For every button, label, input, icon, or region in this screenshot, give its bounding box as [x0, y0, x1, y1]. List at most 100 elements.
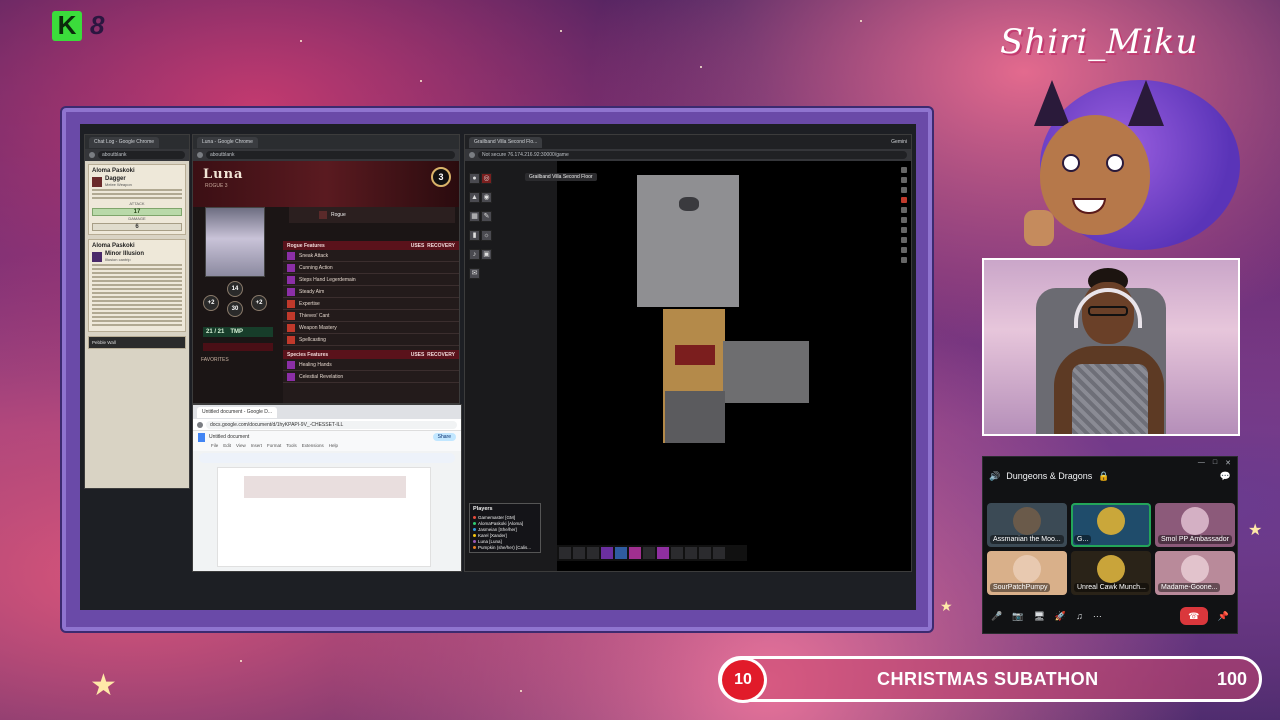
token-tool-icon[interactable]: ● [469, 173, 480, 184]
feature-row[interactable]: Spellcasting [283, 334, 459, 346]
compendium-tab-icon[interactable] [901, 247, 907, 253]
minimize-icon[interactable]: — [1198, 459, 1205, 466]
sounds-tool-icon[interactable]: ♪ [469, 249, 480, 260]
scene-title[interactable]: Grailband Villa Second Floor [525, 173, 597, 181]
feature-row[interactable]: Cunning Action [283, 262, 459, 274]
participant-tile[interactable]: Madame-Goone... [1155, 551, 1235, 595]
hit-points[interactable]: 21 / 21 TMP [203, 327, 273, 337]
select-tool-icon[interactable]: ◎ [481, 173, 492, 184]
participant-tile[interactable]: Smol PP Ambassador [1155, 503, 1235, 547]
feature-row[interactable]: Celestial Revelation [283, 371, 459, 383]
hangup-button[interactable]: ☎ [1179, 607, 1208, 625]
participant-tile[interactable]: Unreal Cawk Munch... [1071, 551, 1151, 595]
doc-title[interactable]: Untitled document [209, 434, 249, 440]
settings-tab-icon[interactable] [901, 257, 907, 263]
scenes-tab-icon[interactable] [901, 187, 907, 193]
doc-tab[interactable]: Untitled document - Google D... [197, 406, 278, 418]
camera-off-icon[interactable]: 📷 [1012, 611, 1023, 622]
journal-tab-icon[interactable] [901, 217, 907, 223]
lights-tool-icon[interactable]: ☼ [481, 230, 492, 241]
doc-page[interactable] [217, 467, 431, 567]
notes-tool-icon[interactable]: ✉ [469, 268, 480, 279]
sheet-tab[interactable]: Luna - Google Chrome [197, 136, 258, 148]
target-tool-icon[interactable]: ◉ [481, 192, 492, 203]
site-info-icon[interactable] [197, 421, 203, 428]
site-info-icon[interactable] [197, 152, 203, 158]
tables-tab-icon[interactable] [901, 227, 907, 233]
menu-tools[interactable]: Tools [286, 443, 297, 451]
macro-slot[interactable] [657, 547, 669, 559]
pin-icon[interactable]: 📌 [1218, 611, 1229, 622]
regions-tool-icon[interactable]: ▣ [481, 249, 492, 260]
vtt-window[interactable]: Grailband Villa Second Flo... Gemini Not… [464, 134, 912, 572]
macro-slot[interactable] [713, 547, 725, 559]
actors-tab-icon[interactable] [901, 197, 907, 203]
macro-slot[interactable] [629, 547, 641, 559]
measure-tool-icon[interactable]: ▲ [469, 192, 480, 203]
character-sheet-window[interactable]: Luna - Google Chrome aboutblank Luna ROG… [192, 134, 460, 404]
menu-edit[interactable]: Edit [223, 443, 231, 451]
damage-roll[interactable]: 6 [92, 223, 182, 231]
macro-slot[interactable] [559, 547, 571, 559]
google-doc-window[interactable]: Untitled document - Google D... docs.goo… [192, 404, 462, 572]
participant-tile[interactable]: G... [1071, 503, 1151, 547]
vtt-tab[interactable]: Grailband Villa Second Flo... [469, 136, 543, 148]
drawing-tool-icon[interactable]: ✎ [481, 211, 492, 222]
soundboard-icon[interactable]: ♫ [1076, 611, 1083, 621]
items-tab-icon[interactable] [901, 207, 907, 213]
close-icon[interactable]: ✕ [1225, 459, 1231, 467]
participant-tile[interactable]: SourPatchPumpy [987, 551, 1067, 595]
microphone-icon[interactable]: 🎤 [991, 611, 1002, 622]
activity-icon[interactable]: 🚀 [1055, 611, 1066, 622]
feature-row[interactable]: Steps Hand Legerdemain [283, 274, 459, 286]
macro-slot[interactable] [685, 547, 697, 559]
macro-slot[interactable] [643, 547, 655, 559]
menu-insert[interactable]: Insert [251, 443, 262, 451]
macro-slot[interactable] [587, 547, 599, 559]
sheet-url[interactable]: aboutblank [206, 151, 455, 159]
character-portrait[interactable] [205, 207, 265, 277]
chat-input[interactable]: Pebble Wall [88, 336, 186, 349]
map-room-bottom[interactable] [665, 391, 725, 443]
screen-share-icon[interactable]: 🖥 [1033, 611, 1044, 622]
share-button[interactable]: Share [432, 433, 456, 441]
playlists-tab-icon[interactable] [901, 237, 907, 243]
maximize-icon[interactable]: □ [1213, 459, 1217, 466]
chat-url[interactable]: aboutblank [98, 151, 185, 159]
feature-row[interactable]: Sneak Attack [283, 250, 459, 262]
feature-row[interactable]: Healing Hands [283, 359, 459, 371]
macro-slot[interactable] [601, 547, 613, 559]
chat-log-window[interactable]: Chat Log - Google Chrome aboutblank Alom… [84, 134, 190, 489]
initiative[interactable]: +2 [203, 295, 219, 311]
chat-icon[interactable]: 💬 [1220, 471, 1231, 482]
feature-row[interactable]: Thieves' Cant [283, 310, 459, 322]
more-icon[interactable]: ⋯ [1093, 611, 1102, 622]
feature-row[interactable]: Steady Aim [283, 286, 459, 298]
menu-view[interactable]: View [236, 443, 246, 451]
profile-label[interactable]: Gemini [891, 139, 907, 145]
participant-tile[interactable]: Assmanian the Moo... [987, 503, 1067, 547]
site-info-icon[interactable] [469, 152, 475, 158]
macro-slot[interactable] [671, 547, 683, 559]
equipped-weapon[interactable]: Rogue [289, 207, 455, 223]
chat-tab[interactable]: Chat Log - Google Chrome [89, 136, 160, 148]
tiles-tool-icon[interactable]: ▦ [469, 211, 480, 222]
map-room-top[interactable] [637, 175, 739, 307]
hit-dice[interactable] [203, 343, 273, 351]
map-room-right[interactable] [723, 341, 809, 403]
attack-roll[interactable]: 17 [92, 208, 182, 216]
chat-tab-icon[interactable] [901, 167, 907, 173]
feature-row[interactable]: Expertise [283, 298, 459, 310]
vtt-url[interactable]: Not secure 76.174.216.92:30000/game [478, 151, 907, 159]
players-list[interactable]: Players Gamemaster [GM] AlomaPaskoki [Al… [469, 503, 541, 553]
macro-slot[interactable] [699, 547, 711, 559]
macro-slot[interactable] [615, 547, 627, 559]
menu-format[interactable]: Format [267, 443, 281, 451]
menu-help[interactable]: Help [329, 443, 338, 451]
menu-extensions[interactable]: Extensions [302, 443, 324, 451]
menu-file[interactable]: File [211, 443, 218, 451]
doc-url[interactable]: docs.google.com/document/d/1hyKPAPI-9V_-… [206, 420, 457, 429]
site-info-icon[interactable] [89, 152, 95, 158]
combat-tab-icon[interactable] [901, 177, 907, 183]
doc-toolbar[interactable] [199, 453, 455, 463]
